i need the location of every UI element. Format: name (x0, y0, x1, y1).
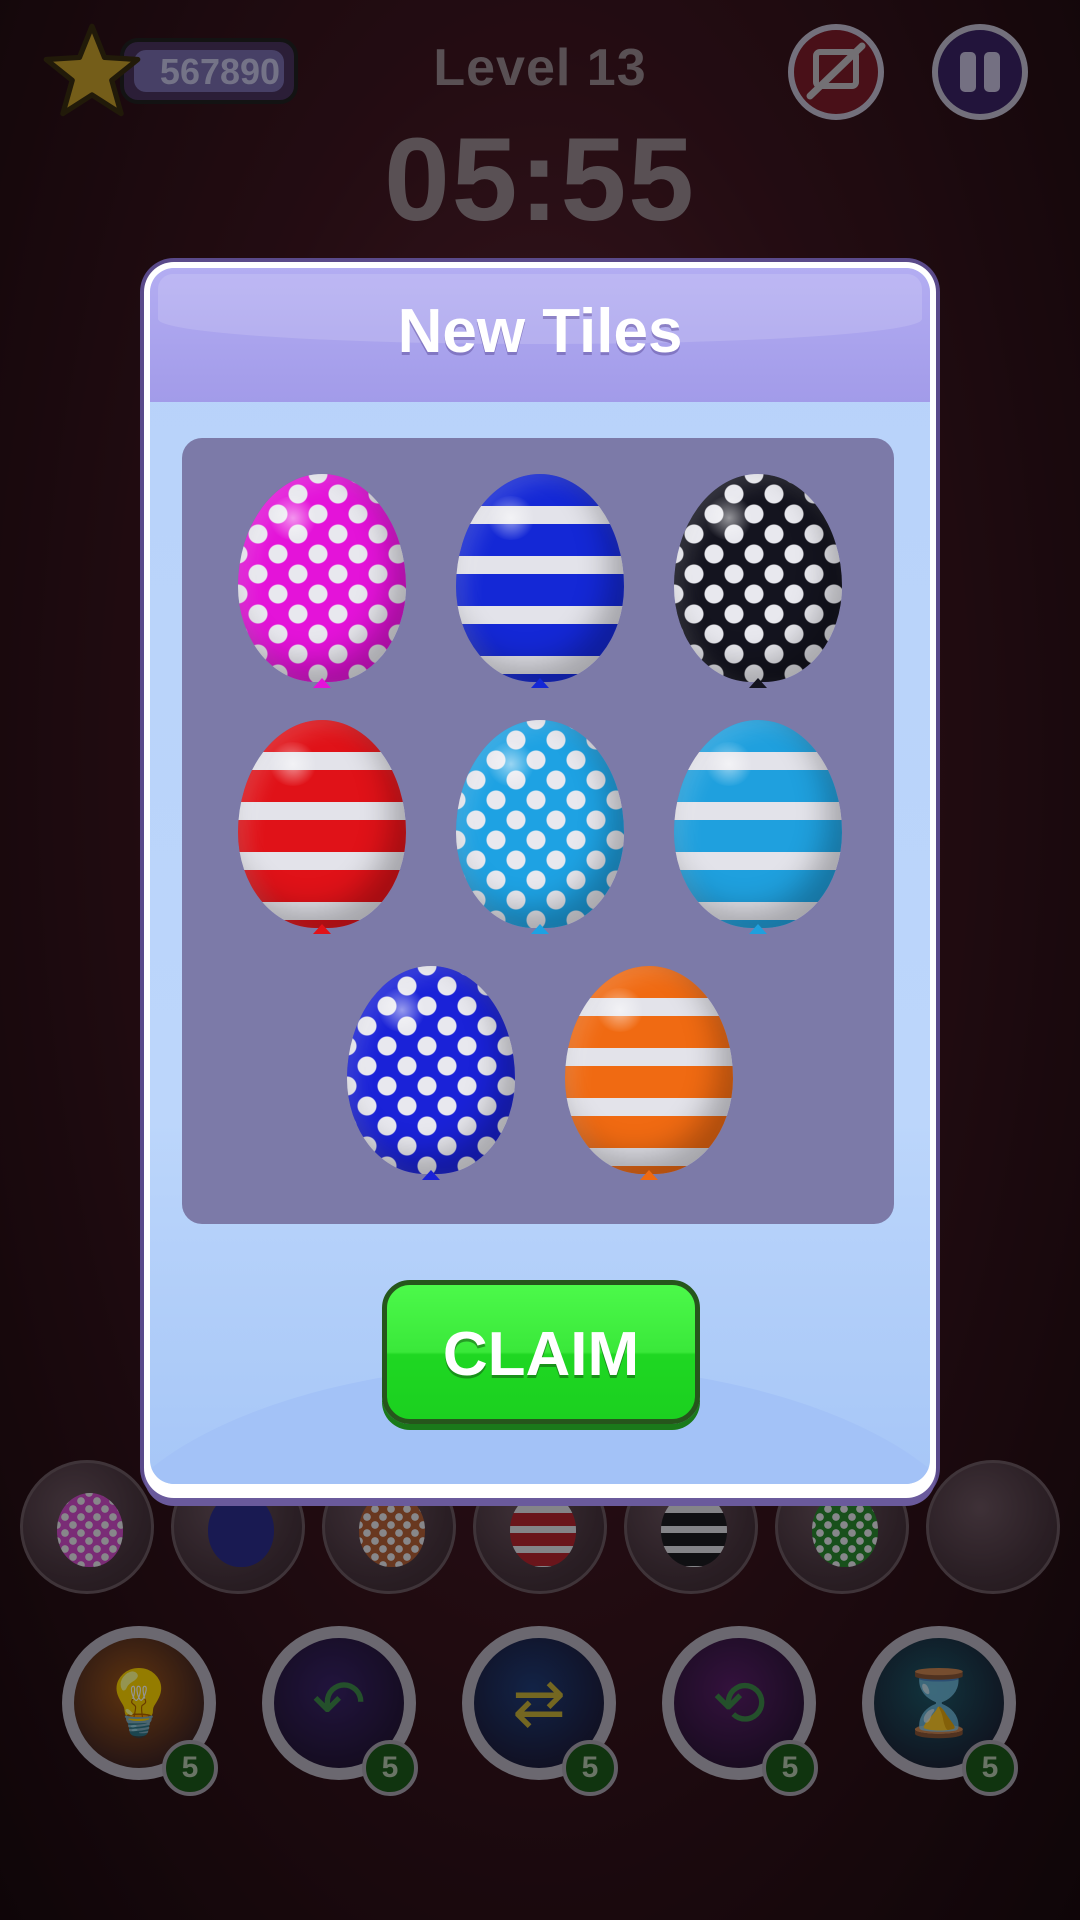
tile-balloon-stripes (674, 720, 842, 928)
tray-slot[interactable] (20, 1460, 154, 1594)
balloon-knot (749, 924, 767, 934)
tray-balloon (57, 1493, 123, 1567)
claim-button-label: CLAIM (442, 1320, 640, 1389)
tray-balloon (510, 1493, 576, 1567)
shuffle-powerup-button[interactable]: ⇄ 5 (462, 1626, 618, 1796)
hint-powerup-button[interactable]: 💡 5 (62, 1626, 218, 1796)
balloon-knot (531, 924, 549, 934)
balloon-knot (640, 1170, 658, 1180)
dialog-header: New Tiles (150, 268, 930, 402)
undo-powerup-button[interactable]: ↶ 5 (262, 1626, 418, 1796)
powerup-count-badge: 5 (362, 1740, 418, 1796)
claim-button[interactable]: CLAIM (382, 1280, 700, 1424)
tray-balloon (812, 1493, 878, 1567)
balloon-knot (422, 1170, 440, 1180)
tile-balloon-dots (347, 966, 515, 1174)
powerup-count-badge: 5 (962, 1740, 1018, 1796)
no-ads-icon (806, 42, 866, 100)
new-tiles-grid (182, 438, 894, 1224)
tile-balloon-dots (674, 474, 842, 682)
no-ads-button[interactable] (788, 24, 884, 120)
pause-button[interactable] (932, 24, 1028, 120)
dialog-title: New Tiles (397, 297, 683, 366)
countdown-timer: 05:55 (384, 114, 696, 246)
balloon-knot (749, 678, 767, 688)
tray-balloon (208, 1493, 274, 1567)
tile-balloon-dots (238, 474, 406, 682)
tray-balloon (661, 1493, 727, 1567)
balloon-knot (531, 678, 549, 688)
powerup-count-badge: 5 (562, 1740, 618, 1796)
freeze-powerup-button[interactable]: ⌛ 5 (862, 1626, 1018, 1796)
balloon-knot (313, 678, 331, 688)
tile-balloon-stripes (238, 720, 406, 928)
level-label: Level 13 (433, 39, 647, 97)
tile-balloon-dots (456, 720, 624, 928)
tile-balloon-stripes (565, 966, 733, 1174)
powerup-count-badge: 5 (762, 1740, 818, 1796)
powerup-count-badge: 5 (162, 1740, 218, 1796)
swap-powerup-button[interactable]: ⟲ 5 (662, 1626, 818, 1796)
tile-balloon-stripes (456, 474, 624, 682)
tray-slot[interactable] (926, 1460, 1060, 1594)
tray-balloon (359, 1493, 425, 1567)
balloon-knot (313, 924, 331, 934)
